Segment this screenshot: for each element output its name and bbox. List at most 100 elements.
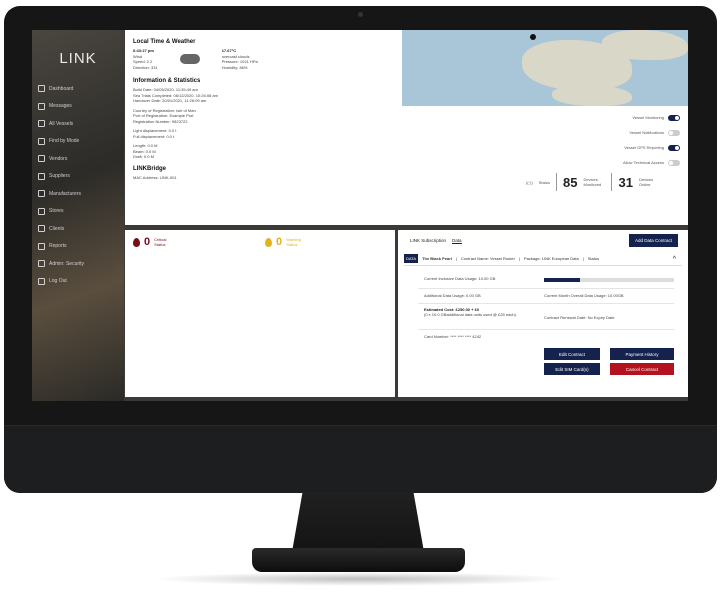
sidebar-item-label: Vendors — [49, 155, 68, 162]
add-data-contract-button[interactable]: Add Data Contract — [628, 234, 678, 247]
security-icon — [38, 260, 45, 268]
divider — [418, 303, 674, 304]
contract-header[interactable]: DATA The Black Pearl | Contract Name: Ve… — [404, 252, 682, 266]
bridge-title: LINKBridge — [133, 165, 166, 172]
vessels-icon — [38, 120, 45, 128]
contract-name: Contract Name: Vessel Router — [460, 256, 515, 261]
toggle-row: Allow Technical Access — [560, 155, 680, 170]
edit-sim-button[interactable]: Edit SIM Card(s) — [544, 363, 600, 375]
sidebar-item-all-vessels[interactable]: All Vessels — [38, 115, 84, 133]
vessel-location-icon[interactable] — [530, 34, 536, 40]
logout-icon — [38, 277, 45, 285]
device-stats: ((·)) Status 85 Devices Monitored 31 Dev… — [526, 173, 657, 191]
imac-mockup: LINK Dashboard Messages All Vessels Find by… — [0, 0, 720, 595]
manufacturers-icon — [38, 190, 45, 198]
sidebar-item-label: Dashboard — [49, 85, 74, 92]
sidebar-item-vendors[interactable]: Vendors — [38, 150, 84, 168]
warning-alert[interactable]: 0 Warning Status — [265, 236, 308, 248]
sidebar-item-label: Manufacturers — [49, 190, 81, 197]
suppliers-icon — [38, 172, 45, 180]
clients-icon — [38, 225, 45, 233]
separator: | — [582, 256, 584, 261]
critical-pin-icon — [133, 237, 140, 247]
sidebar-item-log-out[interactable]: Log Out — [38, 273, 84, 291]
separator: | — [455, 256, 457, 261]
sidebar-item-reports[interactable]: Reports — [38, 238, 84, 256]
handover-date: Handover Date: 20/01/2021, 11:26:09 am — [133, 98, 207, 103]
search-icon — [38, 137, 45, 145]
separator: | — [518, 256, 520, 261]
monitor-base — [252, 548, 465, 572]
sidebar-item-label: Find by Mode — [49, 138, 80, 145]
sidebar-item-clients[interactable]: Clients — [38, 220, 84, 238]
land-africa — [552, 85, 632, 106]
vessel-name: The Black Pearl — [422, 256, 452, 261]
chevron-up-icon[interactable]: ^ — [673, 256, 676, 263]
toggle-switch[interactable] — [668, 159, 680, 166]
shadow — [150, 572, 570, 586]
vendors-icon — [38, 155, 45, 163]
sidebar-nav: Dashboard Messages All Vessels Find by Mode… — [38, 80, 84, 290]
divider — [418, 288, 674, 289]
critical-label: Critical Status — [154, 237, 167, 247]
full-displacement: Full displacement: 0.0 t — [133, 133, 175, 139]
tab-link-subscription[interactable]: LINK Subscription — [410, 238, 446, 244]
vessel-info-panel: Local Time & Weather 6:43:27 pm Wind Spe… — [125, 30, 402, 225]
devices-monitored-count: 85 — [563, 174, 578, 190]
signal-icon: ((·)) — [526, 179, 533, 185]
toggle-switch[interactable] — [668, 114, 680, 121]
toggle-label: Vessel Notifications — [629, 130, 664, 135]
usage-bar-fill — [544, 278, 581, 282]
info-title: Information & Statistics — [133, 78, 201, 84]
info-dates: Build Date: 04/05/2020, 11:35:49 am Sea … — [133, 87, 394, 104]
sidebar-item-label: Reports — [49, 243, 67, 250]
draft: Draft: 0.0 M — [133, 154, 154, 159]
devices-monitored-label: Devices Monitored — [583, 177, 602, 187]
sidebar-item-dashboard[interactable]: Dashboard — [38, 80, 84, 98]
toggle-row: Vessel Monitoring — [560, 110, 680, 125]
sidebar-item-label: Stores — [49, 208, 64, 215]
monitor-stand — [292, 492, 424, 552]
app-logo[interactable]: LINK — [32, 50, 124, 67]
usage-bar — [544, 278, 674, 282]
dashboard-icon — [38, 85, 45, 93]
sidebar-item-label: Log Out — [49, 278, 67, 285]
map-panel: Vessel Monitoring Vessel Notifications Ves… — [402, 30, 688, 225]
divider — [556, 173, 558, 191]
critical-alert[interactable]: 0 Critical Status — [133, 236, 176, 248]
cloud-icon — [179, 54, 200, 64]
toggle-list: Vessel Monitoring Vessel Notifications Ves… — [560, 110, 680, 170]
info-dimensions: Length: 0.0 M Beam: 0.0 M Draft: 0.0 M — [133, 143, 394, 160]
divider — [611, 173, 613, 191]
usage-label: Current Inclusive Data Usage: 10.00 GB — [424, 276, 496, 281]
tab-data[interactable]: Data — [452, 238, 462, 244]
estimated-cost-note: (0 x 10.0 GBadditional data units used @… — [424, 312, 516, 317]
additional-usage: Additional Data Usage: 0.00 GB — [424, 293, 481, 298]
toggle-switch[interactable] — [668, 129, 680, 136]
sidebar-item-admin-security[interactable]: Admin: Security — [38, 255, 84, 273]
mac-address: MAC Address: LINK-001 — [133, 174, 177, 180]
sidebar-item-find-by-mode[interactable]: Find by Mode — [38, 133, 84, 151]
data-tag: DATA — [404, 254, 419, 263]
toggle-switch[interactable] — [668, 144, 680, 151]
sidebar-item-suppliers[interactable]: Suppliers — [38, 168, 84, 186]
sidebar-item-manufacturers[interactable]: Manufacturers — [38, 185, 84, 203]
local-time: 6:43:27 pm — [133, 48, 154, 53]
renewal-date: Contract Renewal Date: No Expiry Date — [544, 315, 615, 320]
cancel-contract-button[interactable]: Cancel Contract — [610, 363, 674, 375]
sidebar-item-messages[interactable]: Messages — [38, 98, 84, 116]
reports-icon — [38, 242, 45, 250]
edit-contract-button[interactable]: Edit Contract — [544, 348, 600, 360]
toggle-label: Vessel GPS Reporting — [624, 145, 664, 150]
package: Package: LINK European Data — [524, 256, 579, 261]
payment-history-button[interactable]: Payment History — [610, 348, 674, 360]
subscription-panel: LINK Subscription Data Add Data Contract… — [398, 230, 688, 397]
toggle-row: Vessel GPS Reporting — [560, 140, 680, 155]
screen: LINK Dashboard Messages All Vessels Find by… — [32, 30, 688, 401]
reg-number: Registration Number: 9823722 — [133, 118, 188, 124]
alerts-panel: 0 Critical Status 0 Warning Status — [125, 230, 395, 397]
map[interactable] — [402, 30, 688, 106]
messages-icon — [38, 102, 45, 110]
warning-pin-icon — [265, 237, 272, 247]
sidebar-item-stores[interactable]: Stores — [38, 203, 84, 221]
